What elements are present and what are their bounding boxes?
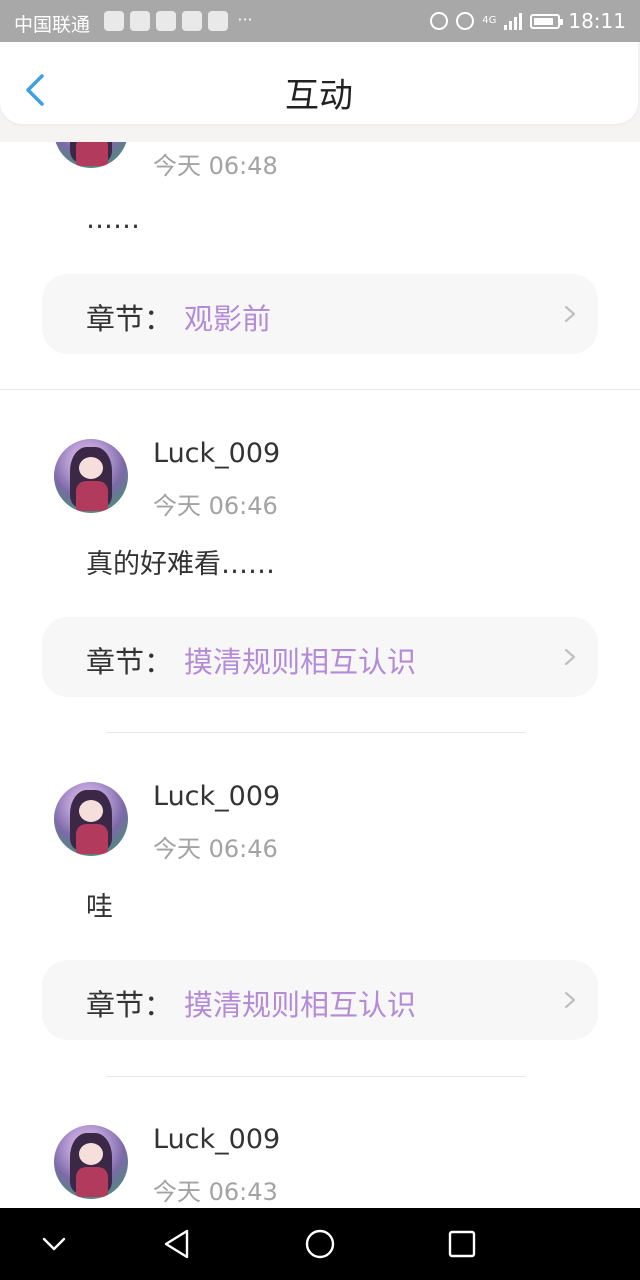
alarm-icon (456, 12, 475, 30)
battery-icon (530, 13, 564, 29)
comment-time: 今天 06:46 (153, 835, 278, 863)
more-notifications-icon: ··· (237, 10, 253, 29)
avatar[interactable] (54, 439, 128, 513)
wechat-icon (156, 11, 176, 31)
comment-time: 今天 06:46 (153, 492, 278, 520)
app-notification-icon (130, 11, 150, 31)
data-saver-icon (430, 12, 449, 30)
divider (106, 732, 526, 733)
chevron-right-icon (564, 305, 576, 323)
avatar[interactable] (54, 1125, 128, 1199)
clock: 18:11 (568, 9, 626, 33)
user-name[interactable]: Luck_009 (153, 438, 280, 469)
status-bar: 中国联通 ··· 4G 18:11 (0, 0, 640, 42)
chevron-right-icon (564, 648, 576, 666)
chapter-label: 章节： (86, 988, 174, 1022)
interaction-feed[interactable]: 今天 06:48 …… 章节： 观影前 Luck_009 今天 06:46 真的… (0, 142, 640, 1208)
avatar[interactable] (54, 782, 128, 856)
comment-text: 哇 (86, 892, 113, 923)
chapter-name: 摸清规则相互认识 (184, 988, 417, 1022)
user-name[interactable]: Luck_009 (153, 1124, 280, 1155)
chevron-right-icon (564, 991, 576, 1009)
notification-icons: ··· (104, 11, 256, 31)
message-icon (208, 11, 228, 31)
chevron-down-icon[interactable] (36, 1226, 72, 1262)
comment-time: 今天 06:43 (153, 1178, 278, 1206)
comment-text: 真的好难看…… (86, 549, 275, 580)
app-header: 互动 (0, 42, 640, 142)
app-notification-icon (104, 11, 124, 31)
header-card: 互动 (0, 42, 638, 124)
signal-icon (504, 12, 523, 30)
back-triangle-icon[interactable] (160, 1226, 196, 1262)
chapter-link[interactable]: 章节： 摸清规则相互认识 (42, 617, 598, 697)
comment-time: 今天 06:48 (153, 152, 278, 180)
page-title: 互动 (285, 76, 353, 116)
divider (0, 389, 640, 390)
chapter-link[interactable]: 章节： 摸清规则相互认识 (42, 960, 598, 1040)
chapter-label: 章节： (86, 302, 174, 336)
network-type-label: 4G (482, 15, 497, 26)
user-name[interactable]: Luck_009 (153, 781, 280, 812)
chapter-link[interactable]: 章节： 观影前 (42, 274, 598, 354)
comment-text: …… (86, 204, 140, 235)
chapter-label: 章节： (86, 645, 174, 679)
home-circle-icon[interactable] (302, 1226, 338, 1262)
carrier-label: 中国联通 (14, 14, 91, 36)
divider (106, 1076, 526, 1077)
system-nav-bar (0, 1208, 640, 1280)
chapter-name: 摸清规则相互认识 (184, 645, 417, 679)
chapter-name: 观影前 (184, 302, 272, 336)
avatar[interactable] (54, 142, 128, 168)
music-icon (182, 11, 202, 31)
recents-square-icon[interactable] (444, 1226, 480, 1262)
